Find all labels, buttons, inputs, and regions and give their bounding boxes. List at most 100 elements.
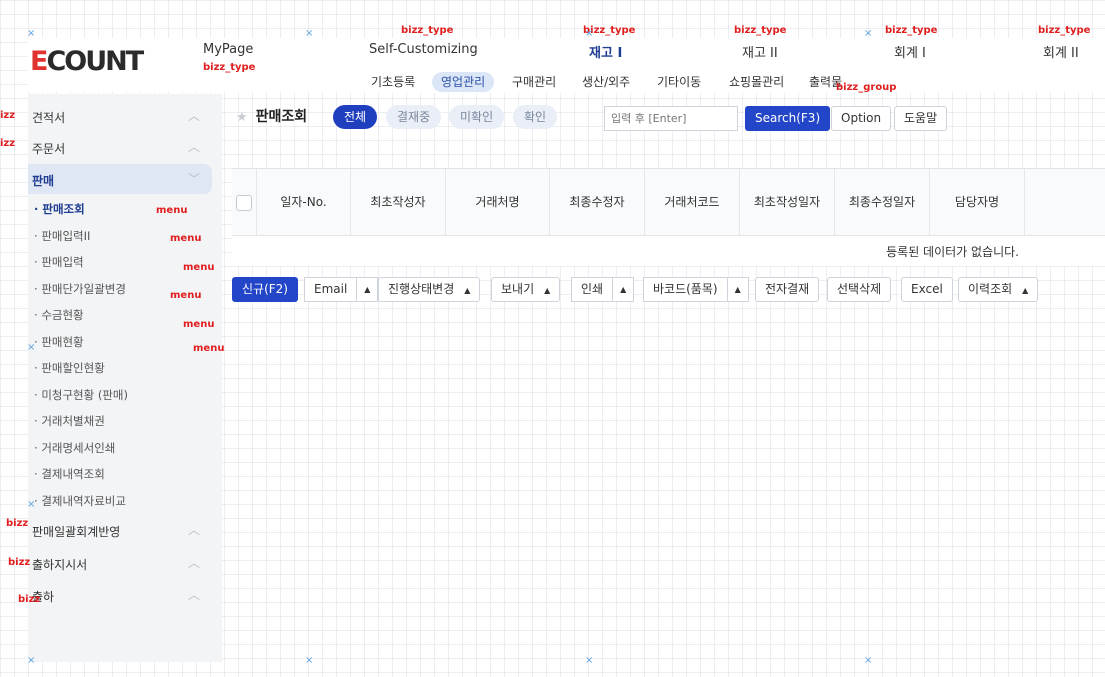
sidebar-item-sales-input-2[interactable]: · 판매입력II <box>34 228 90 244</box>
sidebar-item-label: 판매입력 <box>41 255 84 269</box>
column-header-last-modifier[interactable]: 최종수정자 <box>550 169 645 235</box>
history-button[interactable]: 이력조회 ▲ <box>958 277 1039 302</box>
sidebar-item-label: 미청구현황 (판매) <box>41 388 129 402</box>
filter-all[interactable]: 전체 <box>333 105 378 129</box>
search-input[interactable] <box>604 106 738 131</box>
cross-marker-icon: × <box>27 499 36 510</box>
cross-marker-icon: × <box>305 28 314 39</box>
page-title: ★ 판매조회 <box>236 106 307 126</box>
tab-accounting-1[interactable]: 회계 I <box>894 42 926 61</box>
sidebar-item-receivables[interactable]: · 거래처별채권 <box>34 413 105 429</box>
chevron-up-icon: ︿ <box>188 140 201 154</box>
column-header-creator[interactable]: 최초작성자 <box>351 169 446 235</box>
cross-marker-icon: × <box>585 28 594 39</box>
sidebar-item-label: 결제내역조회 <box>41 467 105 481</box>
subnav-shopping-mall[interactable]: 쇼핑몰관리 <box>720 72 793 92</box>
sidebar-group-shipping-order[interactable]: 출하지시서 ︿ <box>28 548 212 578</box>
sidebar-group-bulk-accounting[interactable]: 판매일괄회계반영 ︿ <box>28 515 212 545</box>
sidebar-item-sales-input[interactable]: · 판매입력 <box>34 254 84 270</box>
history-label: 이력조회 <box>968 282 1013 296</box>
filter-unconfirmed[interactable]: 미확인 <box>449 105 505 129</box>
email-button-group: Email ▲ <box>304 277 379 302</box>
caret-up-icon: ▲ <box>464 286 471 295</box>
sidebar-item-discount-status[interactable]: · 판매할인현황 <box>34 360 105 376</box>
column-header-modified-date[interactable]: 최종수정일자 <box>835 169 930 235</box>
cross-marker-icon: × <box>864 28 873 39</box>
debug-label-bizz-group: bizz_group <box>836 82 897 93</box>
print-button[interactable]: 인쇄 <box>571 277 614 302</box>
barcode-button[interactable]: 바코드(품목) <box>643 277 728 302</box>
new-button[interactable]: 신규(F2) <box>232 277 298 302</box>
sidebar-group-label: 주문서 <box>32 142 66 156</box>
sidebar-item-payment-compare[interactable]: · 결제내역자료비교 <box>34 493 126 509</box>
debug-label-menu: menu <box>170 233 202 244</box>
sidebar-group-shipping[interactable]: 출하 ︿ <box>28 580 212 610</box>
tab-self-customizing[interactable]: Self-Customizing <box>369 42 478 57</box>
sidebar-item-label: 판매현황 <box>41 335 84 349</box>
chevron-up-icon: ︿ <box>188 109 201 123</box>
column-header-created-date[interactable]: 최초작성일자 <box>740 169 835 235</box>
column-header-date-no[interactable]: 일자-No. <box>257 169 351 235</box>
sidebar-item-statement-print[interactable]: · 거래명세서인쇄 <box>34 440 115 456</box>
export-button[interactable]: 보내기 ▲ <box>491 277 561 302</box>
sidebar-item-sales-status[interactable]: · 판매현황 <box>34 334 84 350</box>
sidebar-item-bulk-price-change[interactable]: · 판매단가일괄변경 <box>34 281 126 297</box>
cross-marker-icon: × <box>27 28 36 39</box>
debug-label-bizz: bizz <box>6 518 29 529</box>
sidebar-item-label: 판매조회 <box>42 202 85 216</box>
cross-marker-icon: × <box>27 342 36 353</box>
cross-marker-icon: × <box>585 655 594 666</box>
ecount-logo[interactable]: ECOUNT <box>30 46 144 77</box>
sidebar-item-unbilled-status[interactable]: · 미청구현황 (판매) <box>34 387 128 403</box>
help-button[interactable]: 도움말 <box>894 106 948 131</box>
caret-up-icon: ▲ <box>544 286 551 295</box>
column-header-customer-name[interactable]: 거래처명 <box>446 169 550 235</box>
sidebar-group-quote[interactable]: 견적서 ︿ <box>28 101 212 131</box>
option-button[interactable]: Option <box>831 106 892 131</box>
select-all-checkbox[interactable] <box>236 195 252 211</box>
search-button[interactable]: Search(F3) <box>745 106 831 131</box>
star-icon[interactable]: ★ <box>236 110 248 125</box>
subnav-production[interactable]: 생산/외주 <box>573 72 639 92</box>
column-header-customer-code[interactable]: 거래처코드 <box>645 169 740 235</box>
filter-pending-approval[interactable]: 결재중 <box>386 105 442 129</box>
subnav-purchase-management[interactable]: 구매관리 <box>503 72 565 92</box>
chevron-down-icon: ﹀ <box>188 172 201 186</box>
cross-marker-icon: × <box>864 655 873 666</box>
tab-accounting-2[interactable]: 회계 II <box>1043 42 1079 61</box>
subnav-other-transfer[interactable]: 기타이동 <box>648 72 710 92</box>
cross-marker-icon: × <box>27 655 36 666</box>
sidebar-group-sales[interactable]: 판매 ﹀ <box>28 164 212 194</box>
caret-up-icon[interactable]: ▲ <box>727 277 749 302</box>
caret-up-icon[interactable]: ▲ <box>613 277 635 302</box>
sidebar-item-collection-status[interactable]: · 수금현황 <box>34 307 84 323</box>
filter-confirmed[interactable]: 확인 <box>513 105 558 129</box>
delete-selected-button[interactable]: 선택삭제 <box>827 277 892 302</box>
export-label: 보내기 <box>501 282 535 296</box>
caret-up-icon[interactable]: ▲ <box>357 277 379 302</box>
chevron-up-icon: ︿ <box>188 588 201 602</box>
sidebar-group-order[interactable]: 주문서 ︿ <box>28 132 212 162</box>
debug-label-bizz: bizz <box>18 594 41 605</box>
status-change-button[interactable]: 진행상태변경 ▲ <box>378 277 481 302</box>
sidebar-item-label: 거래처별채권 <box>41 414 105 428</box>
debug-label-menu: menu <box>156 205 188 216</box>
tab-inventory-2[interactable]: 재고 II <box>742 42 778 61</box>
email-button[interactable]: Email <box>304 277 358 302</box>
sidebar-item-sales-list[interactable]: · 판매조회 <box>34 201 85 217</box>
tab-mypage[interactable]: MyPage <box>203 42 253 57</box>
subnav-basic-register[interactable]: 기초등록 <box>362 72 424 92</box>
debug-label-bizz: izz <box>0 110 16 121</box>
table-header-checkbox-cell <box>232 169 257 235</box>
page-title-text: 판매조회 <box>255 109 308 125</box>
sidebar-group-label: 견적서 <box>32 111 66 125</box>
subnav-sales-management[interactable]: 영업관리 <box>432 72 495 92</box>
debug-label-bizz-type: bizz_type <box>1038 25 1091 36</box>
sidebar-item-label: 수금현황 <box>41 308 84 322</box>
excel-button[interactable]: Excel <box>901 277 953 302</box>
column-header-manager[interactable]: 담당자명 <box>930 169 1025 235</box>
sidebar-item-payment-history[interactable]: · 결제내역조회 <box>34 466 105 482</box>
e-approval-button[interactable]: 전자결재 <box>755 277 820 302</box>
tab-inventory-1[interactable]: 재고 I <box>589 42 622 61</box>
empty-table-message: 등록된 데이터가 없습니다. <box>232 235 1105 267</box>
